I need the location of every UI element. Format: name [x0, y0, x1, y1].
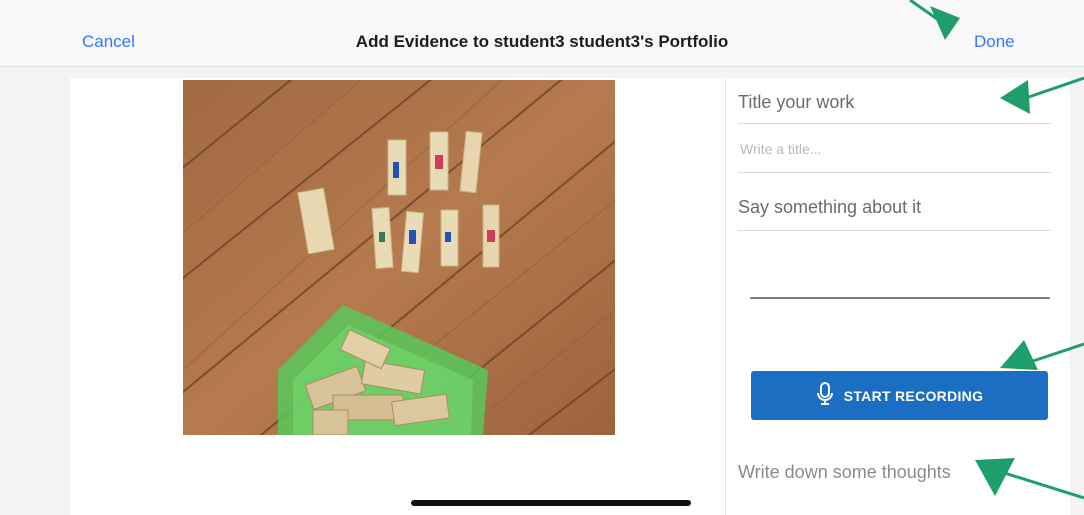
evidence-photo	[183, 80, 615, 435]
annotation-arrow-icon	[975, 458, 1084, 500]
description-label: Say something about it	[738, 197, 922, 217]
annotation-arrow-icon	[1000, 76, 1084, 114]
microphone-icon	[816, 382, 834, 409]
description-input[interactable]	[738, 236, 1051, 296]
title-input-divider	[738, 172, 1051, 173]
title-input[interactable]: Write a title...	[740, 141, 821, 157]
title-label: Title your work	[738, 92, 855, 112]
photo-image	[183, 80, 615, 435]
start-recording-label: START RECORDING	[843, 387, 984, 404]
home-indicator	[411, 500, 691, 506]
description-label-divider	[738, 230, 1051, 231]
column-divider	[725, 78, 726, 515]
description-input-underline	[750, 297, 1050, 299]
annotation-arrow-icon	[909, 0, 960, 40]
annotation-arrow-icon	[1000, 340, 1084, 370]
thoughts-input[interactable]: Write down some thoughts	[738, 462, 951, 483]
